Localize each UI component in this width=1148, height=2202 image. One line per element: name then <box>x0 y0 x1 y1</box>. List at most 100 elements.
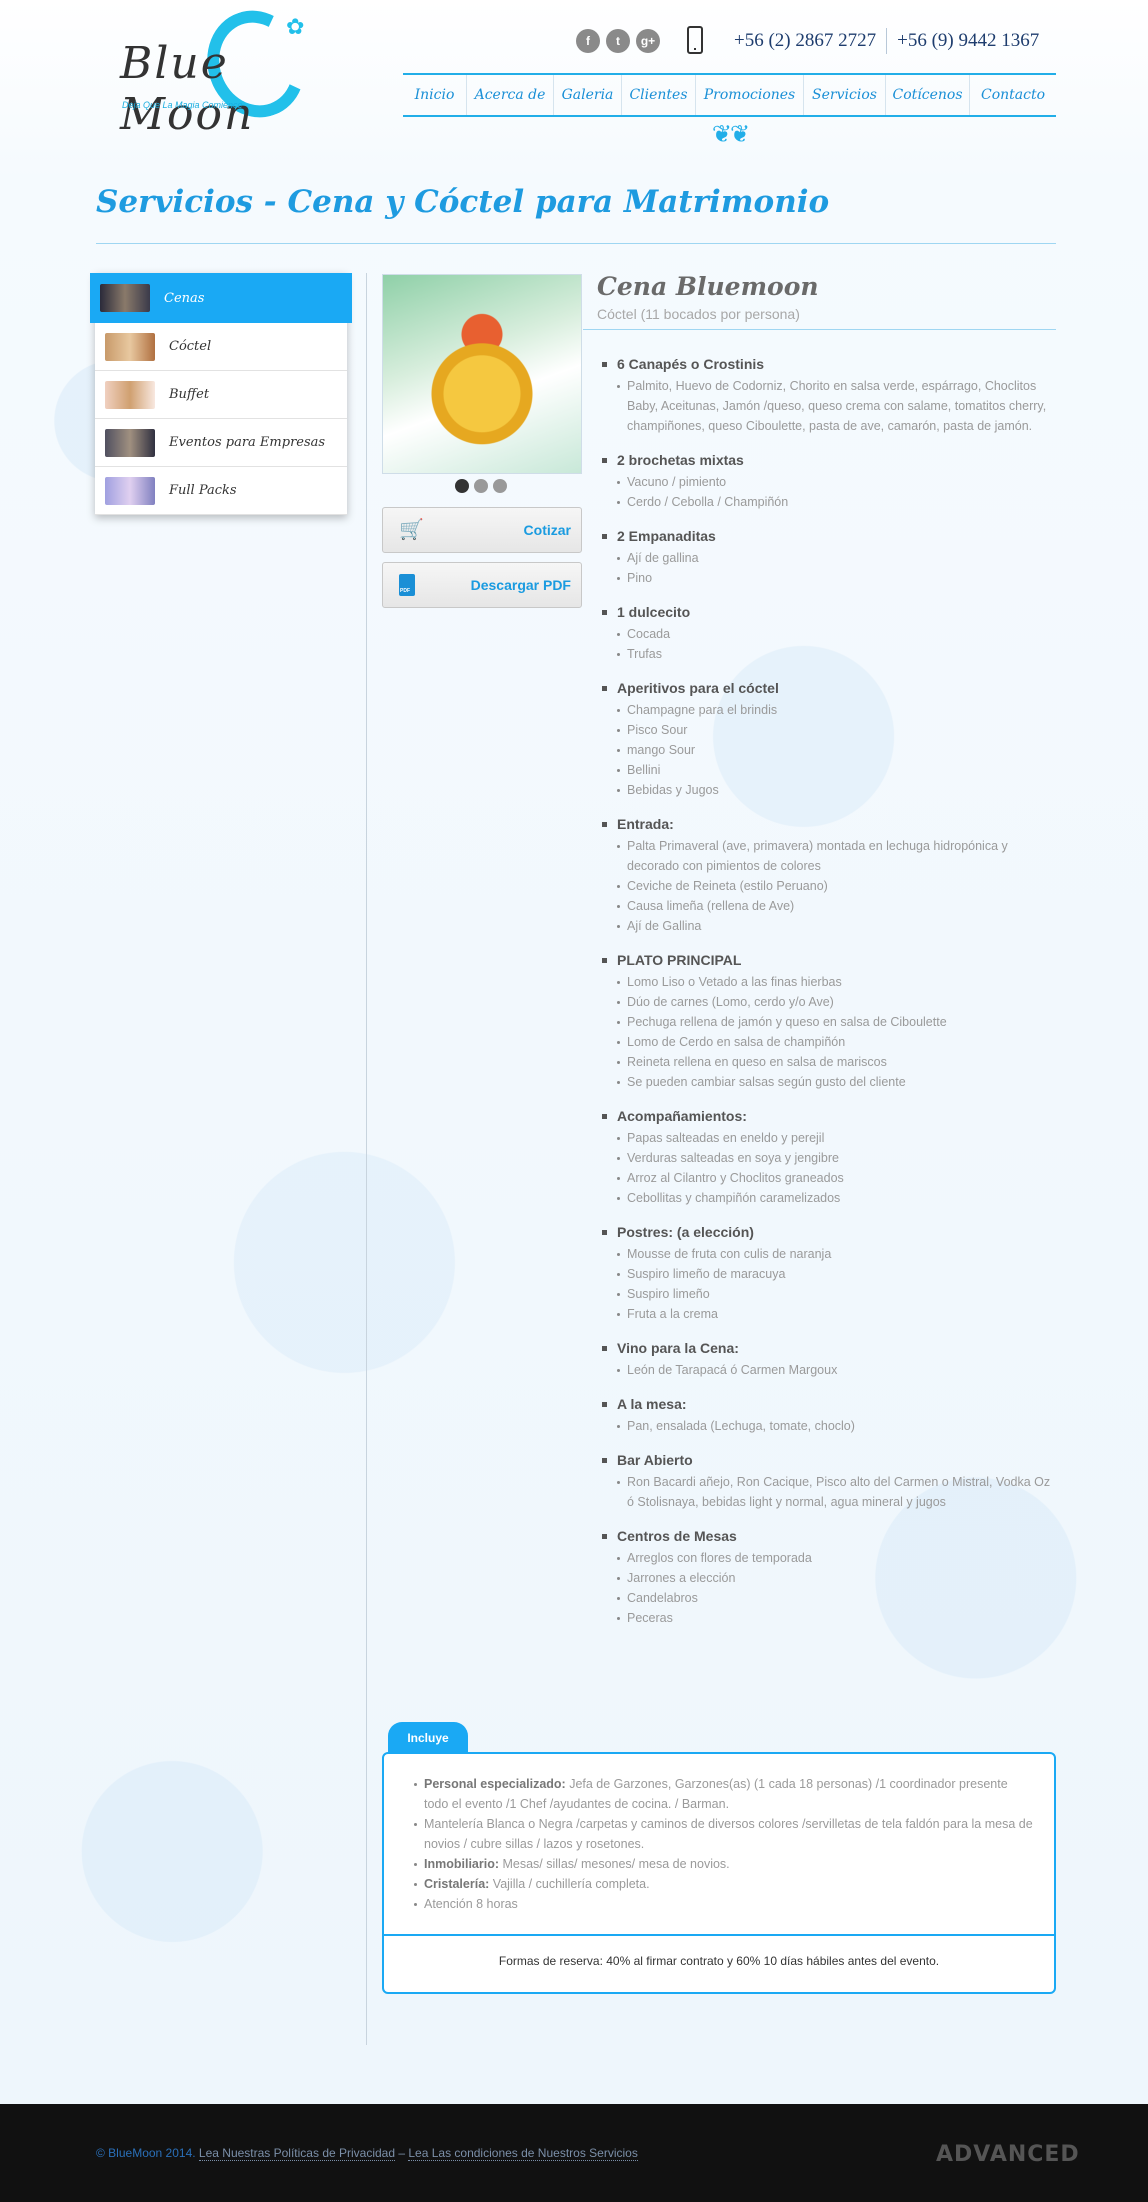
menu-item: Pisco Sour <box>617 720 1056 740</box>
logo-tagline: Deja Que La Magia Comience <box>122 100 243 110</box>
column-divider <box>366 273 367 2045</box>
sidebar-item-full-packs[interactable]: Full Packs <box>95 467 347 515</box>
menu-item: Champagne para el brindis <box>617 700 1056 720</box>
menu-item: Bellini <box>617 760 1056 780</box>
menu-item: Ron Bacardi añejo, Ron Cacique, Pisco al… <box>617 1472 1056 1512</box>
menu-item: Vacuno / pimiento <box>617 472 1056 492</box>
menu-item: Arreglos con flores de temporada <box>617 1548 1056 1568</box>
includes-item: Personal especializado: Jefa de Garzones… <box>414 1774 1034 1814</box>
phone-icon <box>687 26 703 54</box>
includes-item-text: Atención 8 horas <box>424 1897 518 1911</box>
menu-item: Cerdo / Cebolla / Champiñón <box>617 492 1056 512</box>
menu-items: Pan, ensalada (Lechuga, tomate, choclo) <box>602 1416 1056 1436</box>
page-title: Servicios - Cena y Cóctel para Matrimoni… <box>96 184 830 220</box>
menu-items: Vacuno / pimiento Cerdo / Cebolla / Champ… <box>602 472 1056 512</box>
nav-clientes[interactable]: Clientes <box>622 75 696 115</box>
title-divider <box>96 243 1056 244</box>
menu-item: Causa limeña (rellena de Ave) <box>617 896 1056 916</box>
sidebar-item-label: Full Packs <box>169 483 237 498</box>
phone-2[interactable]: +56 (9) 9442 1367 <box>897 30 1039 52</box>
flower-icon: ✿ <box>286 14 305 39</box>
nav-acerca-de[interactable]: Acerca de <box>467 75 554 115</box>
menu-item: Suspiro limeño <box>617 1284 1056 1304</box>
quote-button[interactable]: 🛒 Cotizar <box>382 507 582 553</box>
sidebar-item-coctel[interactable]: Cóctel <box>95 323 347 371</box>
advanced-brand-logo[interactable]: ADVANCED <box>936 2142 1080 2167</box>
nav-galeria[interactable]: Galeria <box>554 75 622 115</box>
menu-item: Verduras salteadas en soya y jengibre <box>617 1148 1056 1168</box>
includes-list: Personal especializado: Jefa de Garzones… <box>384 1754 1054 1914</box>
includes-item-label: Inmobiliario: <box>424 1857 499 1871</box>
menu-section-title: Bar Abierto <box>602 1450 1056 1470</box>
includes-item: Mantelería Blanca o Negra /carpetas y ca… <box>414 1814 1034 1854</box>
menu-items: Ají de gallina Pino <box>602 548 1056 588</box>
menu-items: Cocada Trufas <box>602 624 1056 664</box>
phone-numbers: +56 (2) 2867 2727 +56 (9) 9442 1367 <box>734 28 1039 54</box>
menu-item: Ceviche de Reineta (estilo Peruano) <box>617 876 1056 896</box>
google-plus-icon[interactable]: g+ <box>636 29 660 53</box>
facebook-icon[interactable]: f <box>576 29 600 53</box>
menu-item: Jarrones a elección <box>617 1568 1056 1588</box>
phone-1[interactable]: +56 (2) 2867 2727 <box>734 30 876 52</box>
includes-box: Personal especializado: Jefa de Garzones… <box>382 1752 1056 1994</box>
menu-section: Aperitivos para el cóctel Champagne para … <box>602 678 1056 800</box>
menu-item: Bebidas y Jugos <box>617 780 1056 800</box>
menu-item: Reineta rellena en queso en salsa de mar… <box>617 1052 1056 1072</box>
menu-section: Centros de Mesas Arreglos con flores de t… <box>602 1526 1056 1628</box>
sidebar-item-label: Eventos para Empresas <box>169 435 326 450</box>
download-pdf-button[interactable]: Descargar PDF <box>382 562 582 608</box>
nav-promociones[interactable]: Promociones <box>696 75 804 115</box>
nav-coticenos[interactable]: Cotícenos <box>886 75 970 115</box>
sidebar-item-buffet[interactable]: Buffet <box>95 371 347 419</box>
menu-item: Cebollitas y champiñón caramelizados <box>617 1188 1056 1208</box>
nav-inicio[interactable]: Inicio <box>403 75 467 115</box>
menu-item: Ají de gallina <box>617 548 1056 568</box>
includes-item: Cristalería: Vajilla / cuchillería compl… <box>414 1874 1034 1894</box>
twitter-icon[interactable]: t <box>606 29 630 53</box>
menu-section: A la mesa: Pan, ensalada (Lechuga, tomate… <box>602 1394 1056 1436</box>
menu-item: Candelabros <box>617 1588 1056 1608</box>
includes-item-text: Mesas/ sillas/ mesones/ mesa de novios. <box>499 1857 730 1871</box>
menu-section: 2 brochetas mixtas Vacuno / pimiento Cerdo… <box>602 450 1056 512</box>
menu-item: Dúo de carnes (Lomo, cerdo y/o Ave) <box>617 992 1056 1012</box>
full-packs-thumbnail <box>105 476 155 505</box>
nav-contacto[interactable]: Contacto <box>970 75 1056 115</box>
menu-section: 2 Empanaditas Ají de gallina Pino <box>602 526 1056 588</box>
cenas-thumbnail <box>100 284 150 312</box>
logo[interactable]: ✿ Blue Moon Deja Que La Magia Comience <box>100 0 340 140</box>
menu-item: Cocada <box>617 624 1056 644</box>
logo-name: Blue Moon <box>120 38 255 140</box>
terms-link[interactable]: Lea Las condiciones de Nuestros Servicio… <box>408 2146 638 2161</box>
menu-section-title: 1 dulcecito <box>602 602 1056 622</box>
menu-item: Ají de Gallina <box>617 916 1056 936</box>
nav-servicios[interactable]: Servicios <box>804 75 886 115</box>
sidebar-item-cenas[interactable]: Cenas <box>90 273 352 323</box>
menu-items: León de Tarapacá ó Carmen Margoux <box>602 1360 1056 1380</box>
includes-item-label: Personal especializado: <box>424 1777 566 1791</box>
includes-tab[interactable]: Incluye <box>388 1722 468 1753</box>
carousel-dot[interactable] <box>455 479 469 493</box>
social-links: f t g+ <box>576 29 660 53</box>
carousel-dot[interactable] <box>493 479 507 493</box>
phone-divider <box>886 28 888 54</box>
quote-button-label: Cotizar <box>523 522 571 538</box>
reservation-terms: Formas de reserva: 40% al firmar contrat… <box>498 1954 940 1968</box>
eventos-thumbnail <box>105 428 155 457</box>
privacy-link[interactable]: Lea Nuestras Políticas de Privacidad <box>198 2146 396 2161</box>
menu-section: Vino para la Cena: León de Tarapacá ó Car… <box>602 1338 1056 1380</box>
menu-section: Entrada: Palta Primaveral (ave, primavera… <box>602 814 1056 936</box>
sidebar-item-eventos-empresas[interactable]: Eventos para Empresas <box>95 419 347 467</box>
menu-section-title: A la mesa: <box>602 1394 1056 1414</box>
carousel-dot[interactable] <box>474 479 488 493</box>
product-image[interactable] <box>382 274 582 474</box>
menu-item: Pan, ensalada (Lechuga, tomate, choclo) <box>617 1416 1056 1436</box>
includes-item-text: Vajilla / cuchillería completa. <box>489 1877 650 1891</box>
menu-section-title: 2 brochetas mixtas <box>602 450 1056 470</box>
includes-divider <box>384 1934 1054 1936</box>
menu-list: 6 Canapés o Crostinis Palmito, Huevo de C… <box>602 354 1056 1642</box>
product-subtitle: Cóctel (11 bocados por persona) <box>597 306 800 322</box>
menu-items: Palta Primaveral (ave, primavera) montad… <box>602 836 1056 936</box>
menu-items: Papas salteadas en eneldo y perejil Verdu… <box>602 1128 1056 1208</box>
menu-item: Palmito, Huevo de Codorniz, Chorito en s… <box>617 376 1056 436</box>
menu-section-title: 6 Canapés o Crostinis <box>602 354 1056 374</box>
